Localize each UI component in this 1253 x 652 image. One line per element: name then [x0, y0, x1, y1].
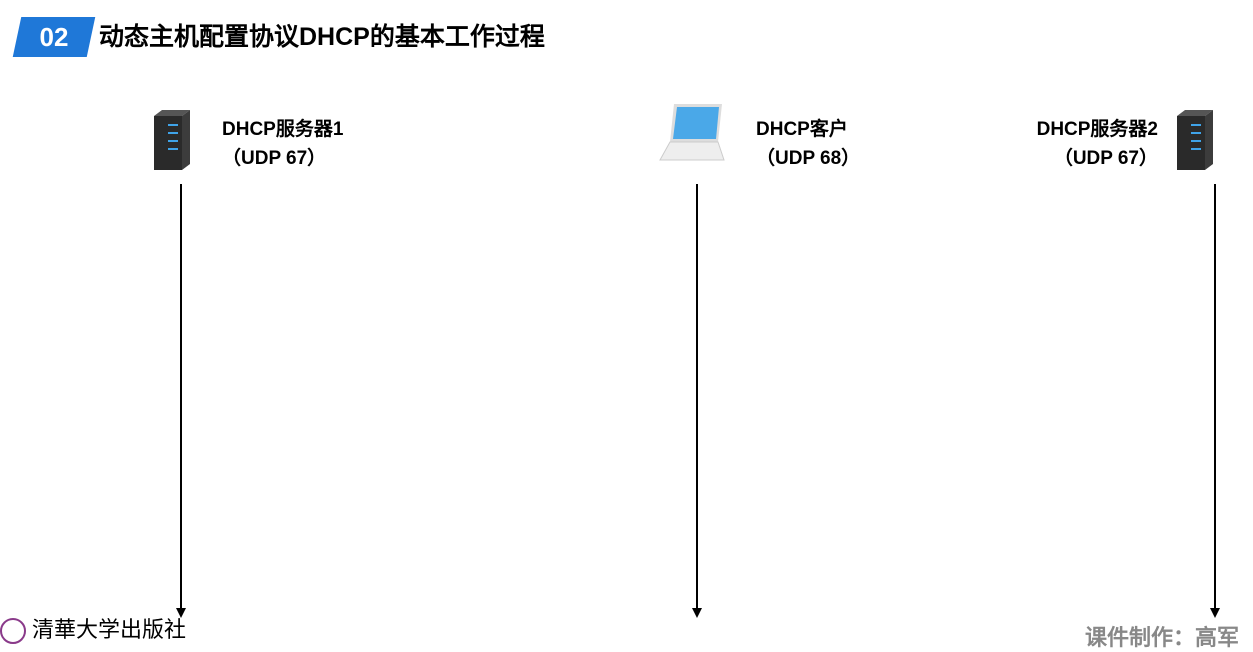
- section-number: 02: [39, 22, 69, 52]
- server-icon: [1177, 110, 1213, 170]
- slide-title: 动态主机配置协议DHCP的基本工作过程: [99, 23, 545, 51]
- client-label: DHCP客户 （UDP 68）: [756, 115, 860, 173]
- server1-name: DHCP服务器1: [222, 119, 344, 140]
- server1-label: DHCP服务器1 （UDP 67）: [222, 115, 343, 173]
- arrow-head-icon: [1210, 608, 1220, 618]
- server1-port: （UDP 67）: [222, 148, 327, 169]
- section-number-badge: 02: [12, 17, 96, 57]
- credit-text: 课件制作：高军: [1085, 625, 1240, 650]
- server2-label: DHCP服务器2 （UDP 67）: [1037, 115, 1158, 173]
- arrow-head-icon: [692, 608, 702, 618]
- server2-name: DHCP服务器2: [1036, 119, 1158, 140]
- seal-icon: [0, 618, 26, 644]
- publisher-logo: 清華大学出版社: [0, 612, 186, 644]
- server-icon: [154, 110, 190, 170]
- client-port: （UDP 68）: [756, 148, 861, 169]
- server2-port: （UDP 67）: [1053, 148, 1158, 169]
- server1-timeline: [180, 184, 182, 612]
- laptop-icon: [659, 104, 725, 161]
- publisher-name: 清華大学出版社: [32, 618, 187, 643]
- server2-timeline: [1214, 184, 1216, 612]
- client-timeline: [696, 184, 698, 612]
- client-name: DHCP客户: [756, 119, 848, 140]
